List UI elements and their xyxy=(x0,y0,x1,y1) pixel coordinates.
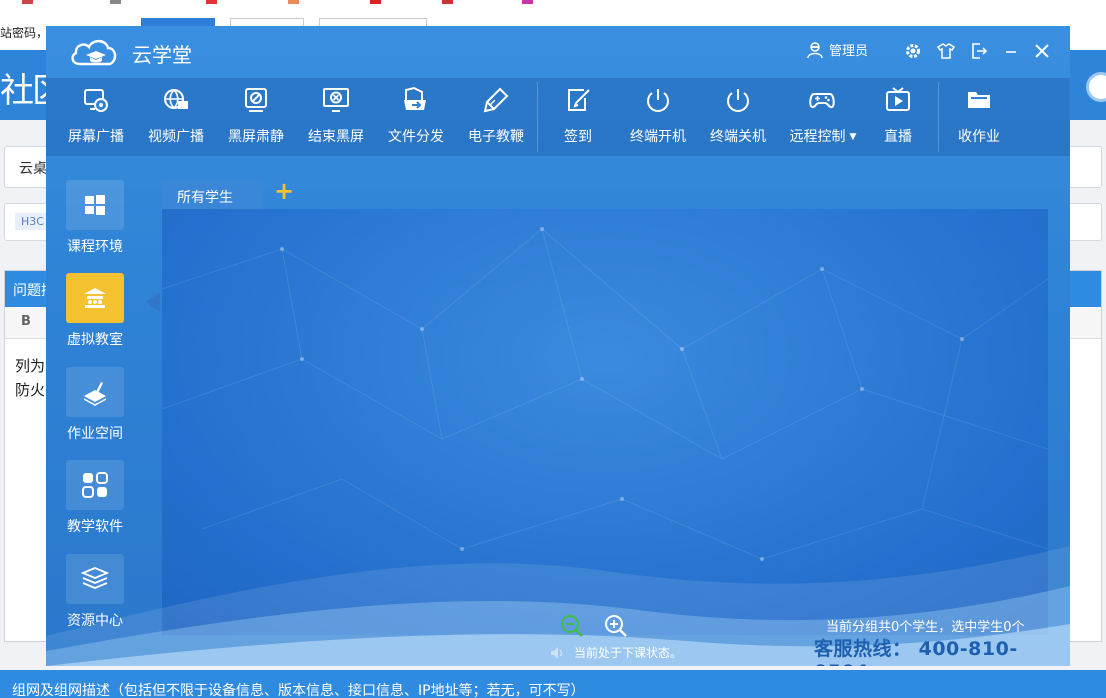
dropdown-arrow-icon: ▼ xyxy=(849,132,857,142)
sidebar-item-label: 作业空间 xyxy=(67,426,123,442)
toolbar-label: 黑屏肃静 xyxy=(228,129,284,145)
editor-line[interactable]: 防火 xyxy=(15,379,45,400)
end-black-screen-icon xyxy=(323,88,349,112)
tag-chip[interactable]: H3C xyxy=(15,213,50,230)
zoom-out-icon[interactable] xyxy=(560,614,584,638)
user-menu[interactable]: 管理员 xyxy=(806,40,868,59)
end-black-screen-button[interactable]: 结束黑屏 xyxy=(296,78,376,156)
toolbar-label: 文件分发 xyxy=(388,129,444,145)
remote-control-label: 远程控制 xyxy=(789,129,846,145)
bold-button[interactable]: B xyxy=(21,314,31,329)
editor-line[interactable]: 列为 xyxy=(15,355,45,376)
video-broadcast-button[interactable]: 视频广播 xyxy=(136,78,216,156)
student-area[interactable] xyxy=(162,209,1048,635)
sidebar-item-virtual-classroom[interactable]: 虚拟教室 xyxy=(63,273,127,357)
settings-icon[interactable] xyxy=(902,40,924,62)
page-fragment-text: 站密码， xyxy=(0,26,49,40)
pointer-pen-button[interactable]: 电子教鞭 xyxy=(456,78,536,156)
screen-broadcast-button[interactable]: 屏幕广播 xyxy=(56,78,136,156)
section-header: 组网及组网描述（包括但不限于设备信息、版本信息、接口信息、IP地址等；若无，可不… xyxy=(0,670,1106,698)
user-avatar-icon xyxy=(807,41,823,58)
power-on-button[interactable]: 终端开机 xyxy=(618,78,698,156)
class-status-text: 当前处于下课状态。 xyxy=(574,646,683,660)
sidebar-item-teaching-software[interactable]: 教学软件 xyxy=(63,460,127,544)
app-title: 云学堂 xyxy=(132,43,192,67)
homework-icon xyxy=(66,367,124,417)
toolbar-label: 签到 xyxy=(564,129,592,145)
live-button[interactable]: 直播 xyxy=(858,78,938,156)
sidebar-item-course-env[interactable]: 课程环境 xyxy=(63,180,127,264)
screen-broadcast-icon xyxy=(84,89,108,112)
active-pointer xyxy=(146,292,160,312)
black-screen-icon xyxy=(245,88,267,112)
sidebar-item-label: 虚拟教室 xyxy=(67,332,123,348)
toolbar-label: 直播 xyxy=(884,129,912,145)
layers-icon xyxy=(66,554,124,604)
sidebar-item-label: 教学软件 xyxy=(67,519,123,535)
windows-icon xyxy=(66,180,124,230)
sidebar-item-label: 课程环境 xyxy=(67,239,123,255)
toolbar-label: 视频广播 xyxy=(148,129,204,145)
toolbar-label: 远程控制 ▼ xyxy=(778,126,868,146)
toolbar-label: 收作业 xyxy=(958,129,1000,145)
toolbar-label: 终端关机 xyxy=(710,129,766,145)
title-bar[interactable]: 云学堂 管理员 xyxy=(46,26,1070,78)
toolbar-label: 结束黑屏 xyxy=(308,129,364,145)
title-field-value: 云桌 xyxy=(19,161,47,177)
collect-homework-button[interactable]: 收作业 xyxy=(939,78,1019,156)
sidebar-item-homework-space[interactable]: 作业空间 xyxy=(63,367,127,451)
folder-icon xyxy=(968,92,990,108)
gamepad-icon xyxy=(809,93,835,109)
apps-icon xyxy=(66,460,124,510)
file-distribute-icon xyxy=(404,86,426,110)
skin-icon[interactable] xyxy=(935,40,957,62)
sidebar-item-resource-center[interactable]: 资源中心 xyxy=(63,554,127,638)
bookmarks-bar xyxy=(0,0,1106,6)
file-distribute-button[interactable]: 文件分发 xyxy=(376,78,456,156)
live-icon xyxy=(886,87,910,111)
black-screen-button[interactable]: 黑屏肃静 xyxy=(216,78,296,156)
network-background xyxy=(162,227,1048,561)
toolbar-label: 电子教鞭 xyxy=(468,129,524,145)
minimize-icon[interactable] xyxy=(1000,40,1022,62)
tab-all-students[interactable]: 所有学生 xyxy=(162,179,263,210)
close-icon[interactable] xyxy=(1031,40,1053,62)
cloud-logo-icon xyxy=(71,39,117,66)
logout-icon[interactable] xyxy=(968,40,990,62)
power-off-button[interactable]: 终端关机 xyxy=(698,78,778,156)
add-group-button[interactable]: + xyxy=(274,178,294,204)
toolbar-label: 终端开机 xyxy=(630,129,686,145)
power-off-icon xyxy=(727,89,749,112)
video-broadcast-icon xyxy=(164,89,188,109)
service-hotline: 客服热线： 400-810-0504 xyxy=(814,638,1018,666)
student-count: 当前分组共0个学生，选中学生0个 xyxy=(826,620,1025,635)
app-window: 所有学生 + 云学堂 管理员 屏幕广播 视频广播 黑屏肃静 结束黑屏 文件分发 … xyxy=(46,26,1070,666)
zoom-in-icon[interactable] xyxy=(604,614,628,638)
classroom-icon xyxy=(66,273,124,323)
remote-control-button[interactable]: 远程控制 ▼ xyxy=(778,78,868,156)
pointer-pen-icon xyxy=(483,87,509,113)
class-status: 当前处于下课状态。 xyxy=(550,644,682,661)
sign-in-button[interactable]: 签到 xyxy=(538,78,618,156)
user-name: 管理员 xyxy=(829,44,869,59)
sidebar-item-label: 资源中心 xyxy=(67,613,123,629)
toolbar-label: 屏幕广播 xyxy=(68,129,124,145)
sign-in-icon xyxy=(568,89,590,111)
speaker-icon xyxy=(551,646,563,659)
main-toolbar: 屏幕广播 视频广播 黑屏肃静 结束黑屏 文件分发 电子教鞭 签到 终端开机 终端… xyxy=(46,78,1070,156)
power-on-icon xyxy=(647,89,669,112)
